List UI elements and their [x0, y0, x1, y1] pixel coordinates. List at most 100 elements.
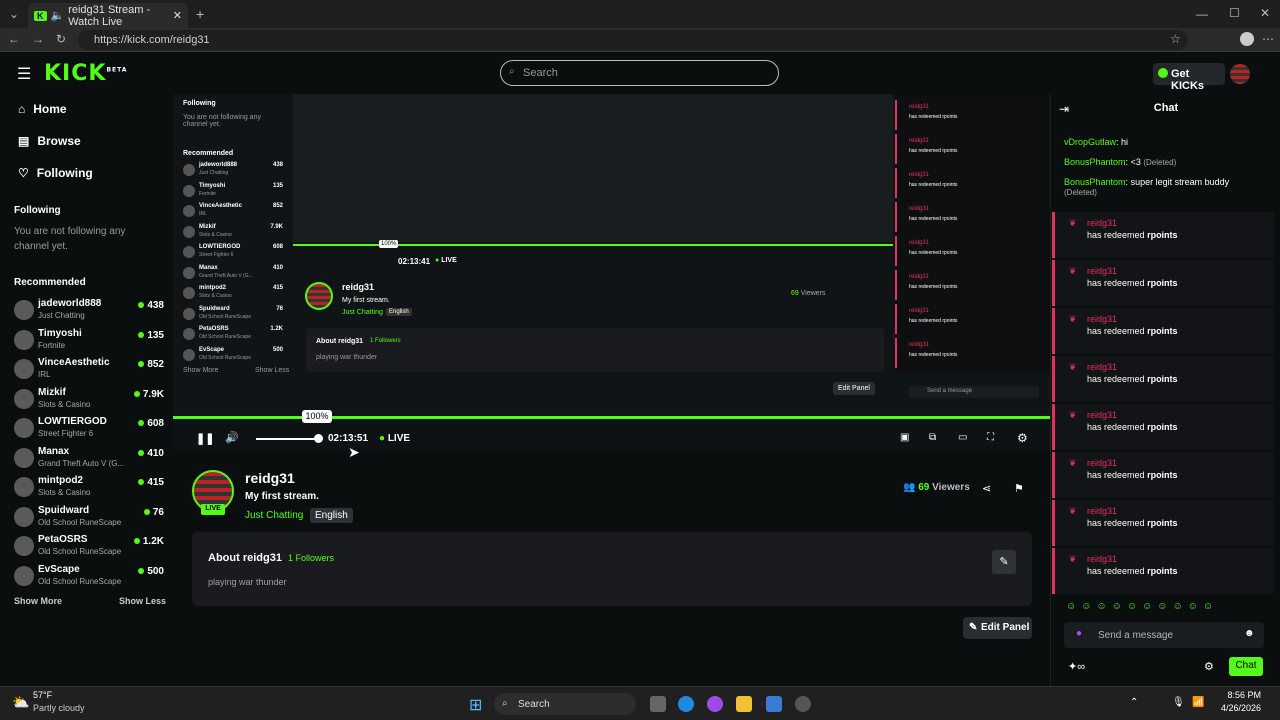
theater-mode-icon[interactable]: ▣	[900, 432, 909, 443]
category-link[interactable]: Just Chatting	[245, 510, 303, 521]
clock-time[interactable]: 8:56 PM	[1213, 690, 1261, 700]
tab-close-icon[interactable]: ✕	[173, 9, 182, 22]
user-avatar[interactable]	[1230, 64, 1250, 84]
redeem-icon: ❦	[1069, 458, 1077, 468]
heart-icon: ♡	[18, 166, 29, 180]
language-tag[interactable]: English	[310, 508, 353, 523]
recommended-channel[interactable]: Spuidward Old School RuneScape 76	[14, 503, 164, 531]
volume-slider[interactable]	[256, 438, 318, 440]
chat-username[interactable]: BonusPhantom	[1064, 177, 1126, 187]
chat-username[interactable]: reidg31	[1087, 554, 1117, 564]
chat-username[interactable]: reidg31	[1087, 218, 1117, 228]
nav-browse[interactable]: ▤ Browse	[18, 134, 81, 148]
points-icon[interactable]: ✦∞	[1068, 660, 1085, 673]
recommended-channel[interactable]: mintpod2 Slots & Casino 415	[14, 473, 164, 501]
mic-tray-icon[interactable]: 🎙	[1172, 697, 1185, 708]
show-less-link[interactable]: Show Less	[119, 596, 166, 606]
recommended-channel[interactable]: LOWTIERGOD Street Fighter 6 608	[14, 414, 164, 442]
tab-menu-icon[interactable]: ⌄	[9, 8, 19, 20]
back-icon[interactable]: ←	[8, 33, 20, 45]
window-close-icon[interactable]: ✕	[1260, 7, 1270, 19]
recommended-channel[interactable]: Manax Grand Theft Auto V (G... 410	[14, 444, 164, 472]
chat-username[interactable]: reidg31	[1087, 506, 1117, 516]
volume-icon[interactable]: 🔊	[225, 431, 239, 444]
edit-panel-button[interactable]: ✎ Edit Panel	[963, 617, 1032, 639]
chat-username[interactable]: vDropGutlaw	[1064, 137, 1116, 147]
weather-icon[interactable]: ⛅	[12, 694, 29, 711]
volume-slider-thumb[interactable]	[314, 434, 323, 443]
file-explorer-icon[interactable]	[736, 696, 752, 712]
reload-icon[interactable]: ↻	[56, 33, 66, 45]
chat-username[interactable]: reidg31	[1087, 362, 1117, 372]
inner-channel-avatar	[183, 307, 195, 320]
edge-icon[interactable]	[678, 696, 694, 712]
forward-icon[interactable]: →	[32, 33, 44, 45]
recommended-channel[interactable]: Mizkif Slots & Casino 7.9K	[14, 385, 164, 413]
chat-username[interactable]: reidg31	[1087, 410, 1117, 420]
recommended-channel[interactable]: jadeworld888 Just Chatting 438	[14, 296, 164, 324]
hamburger-menu-icon[interactable]: ☰	[17, 64, 31, 84]
redeem-verb: has redeemed	[1087, 470, 1145, 480]
follow-user-icon[interactable]: ⚑	[1014, 482, 1024, 495]
live-badge: LIVE	[201, 504, 225, 515]
inner-viewer-count: 1.2K	[270, 326, 283, 332]
get-kicks-button[interactable]: Get KICKs	[1153, 63, 1225, 92]
viewer-count: 500	[138, 566, 164, 577]
recommended-channel[interactable]: EvScape Old School RuneScape 500	[14, 562, 164, 590]
chat-username[interactable]: reidg31	[1087, 266, 1117, 276]
microphone-icon[interactable]: ●	[1076, 628, 1082, 639]
chat-send-input[interactable]: ● Send a message ☻	[1064, 622, 1264, 648]
pip-icon[interactable]: ▭	[958, 432, 967, 443]
task-view-icon[interactable]	[650, 696, 666, 712]
tray-chevron-icon[interactable]: ⌃	[1130, 697, 1138, 708]
video-player[interactable]: Following You are not following any chan…	[173, 94, 1050, 450]
wifi-icon[interactable]: 📶	[1192, 697, 1204, 708]
channel-category: Grand Theft Auto V (G...	[38, 458, 125, 468]
windows-start-icon[interactable]: ⊞	[469, 695, 482, 715]
nav-home[interactable]: ⌂ Home	[18, 102, 67, 116]
weather-temp: 57°F	[33, 690, 53, 700]
maximize-icon[interactable]: ☐	[1229, 7, 1240, 19]
clip-icon[interactable]: ⧉	[929, 432, 936, 443]
favorite-star-icon[interactable]: ☆	[1170, 33, 1181, 45]
chat-settings-icon[interactable]: ⚙	[1204, 660, 1214, 673]
settings-gear-icon[interactable]: ⚙	[1017, 431, 1028, 445]
minimize-icon[interactable]: —	[1196, 8, 1208, 20]
edit-pencil-icon[interactable]: ✎	[992, 550, 1016, 574]
share-icon[interactable]: ⋖	[982, 482, 991, 495]
pause-icon[interactable]: ❚❚	[196, 432, 214, 445]
nav-following[interactable]: ♡ Following	[18, 166, 93, 180]
show-more-link[interactable]: Show More	[14, 596, 62, 606]
taskbar-search[interactable]: ⌕ Search	[494, 693, 636, 715]
url-field[interactable]: https://kick.com/reidg31	[78, 30, 1188, 50]
store-icon[interactable]	[766, 696, 782, 712]
chat-message: BonusPhantom: <3 (Deleted)	[1064, 157, 1177, 167]
inner-channel-category: Fortnite	[199, 190, 216, 197]
channel-avatar	[14, 418, 34, 438]
inner-redeem-verb: has redeemed	[909, 284, 941, 290]
recommended-channel[interactable]: Timyoshi Fortnite 135	[14, 326, 164, 354]
emote-bar[interactable]: ☺☺☺☺☺☺☺☺☺☺	[1066, 601, 1262, 615]
inner-show-less: Show Less	[255, 367, 290, 374]
copilot-icon[interactable]	[707, 696, 723, 712]
browser-menu-icon[interactable]: ⋯	[1262, 33, 1274, 45]
kick-logo[interactable]: KICKBETA	[44, 61, 127, 86]
recommended-channel[interactable]: VinceAesthetic IRL 852	[14, 355, 164, 383]
browser-tab[interactable]: K 🔈 reidg31 Stream - Watch Live ✕	[28, 3, 188, 28]
chat-redeem-message: ❦ reidg31 has redeemed rpoints	[1052, 500, 1274, 546]
clock-date[interactable]: 4/26/2026	[1213, 703, 1261, 713]
app-icon[interactable]	[795, 696, 811, 712]
chat-username[interactable]: BonusPhantom	[1064, 157, 1126, 167]
new-tab-icon[interactable]: +	[196, 7, 204, 21]
mouse-cursor-icon: ➤	[348, 444, 360, 460]
chat-redeem-message: ❦ reidg31 has redeemed rpoints	[1052, 404, 1274, 450]
chat-username[interactable]: reidg31	[1087, 314, 1117, 324]
chat-send-button[interactable]: Chat	[1229, 657, 1263, 676]
chat-username[interactable]: reidg31	[1087, 458, 1117, 468]
channel-name[interactable]: reidg31	[245, 470, 295, 486]
profile-avatar[interactable]	[1240, 32, 1254, 46]
fullscreen-icon[interactable]: ⛶	[987, 432, 994, 443]
emoji-icon[interactable]: ☻	[1244, 628, 1255, 639]
recommended-channel[interactable]: PetaOSRS Old School RuneScape 1.2K	[14, 532, 164, 560]
search-input[interactable]: ⌕ Search	[500, 60, 779, 86]
